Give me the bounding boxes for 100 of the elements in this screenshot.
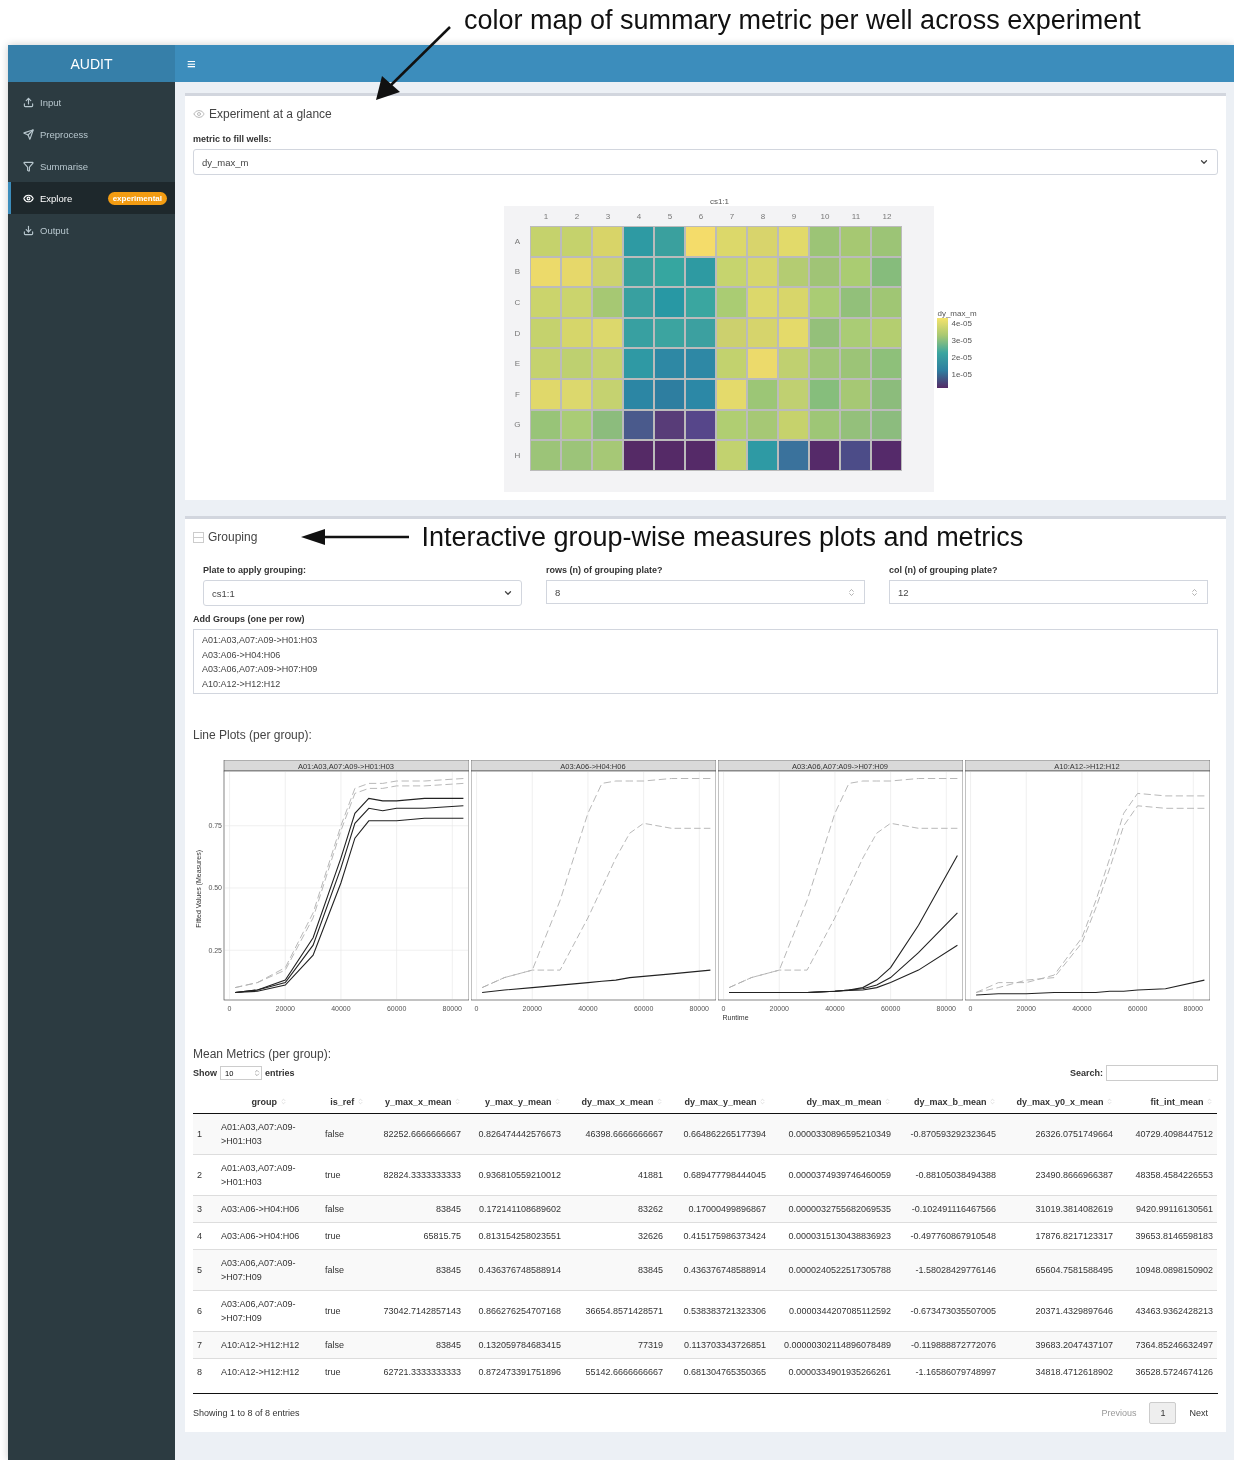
table-cell: 43463.9362428213: [1117, 1290, 1217, 1332]
row-label: C: [513, 297, 522, 309]
column-label: 8: [759, 210, 767, 223]
table-cell: 0.0000032755682069535: [770, 1195, 895, 1223]
table-cell: 31019.3814082619: [1000, 1195, 1117, 1223]
table-cell: 0.689477798444045: [667, 1154, 770, 1196]
field-label: Plate to apply grouping:: [203, 565, 307, 575]
table-cell: 0.813154258023551: [465, 1222, 565, 1250]
table-cell: 82252.6666666667: [373, 1113, 465, 1155]
table-cell: true: [321, 1290, 373, 1332]
table-cell: 7: [193, 1331, 217, 1359]
column-label: 5: [666, 210, 674, 223]
table-info: Showing 1 to 8 of 8 entries: [193, 1408, 300, 1418]
field-label: col (n) of grouping plate?: [889, 565, 999, 575]
table-cell: 0.436376748588914: [667, 1249, 770, 1291]
panel-title: Experiment at a glance: [209, 107, 332, 121]
show-label: Show: [193, 1068, 217, 1078]
table-cell: A01:A03,A07:A09->H01:H03: [217, 1113, 321, 1155]
table-cell: false: [321, 1249, 373, 1291]
table-cell: 0.132059784683415: [465, 1331, 565, 1359]
table-cell: 36654.8571428571: [565, 1290, 667, 1332]
table-cell: 0.172141108689602: [465, 1195, 565, 1223]
table-cell: 17876.8217123317: [1000, 1222, 1117, 1250]
table-cell: 8: [193, 1358, 217, 1385]
table-cell: 77319: [565, 1331, 667, 1359]
column-label: 6: [697, 210, 705, 223]
annotation-caption: color map of summary metric per well across experiment: [464, 4, 1141, 37]
section-title: Mean Metrics (per group):: [193, 1047, 333, 1061]
plot-title: cs1:1: [709, 197, 729, 206]
table-cell: 26326.0751749664: [1000, 1113, 1117, 1155]
table-cell: 48358.4584226553: [1117, 1154, 1217, 1196]
table-cell: 32626: [565, 1222, 667, 1250]
column-label: 1: [542, 210, 550, 223]
table-cell: A10:A12->H12:H12: [217, 1331, 321, 1359]
table-cell: 0.0000344207085112592: [770, 1290, 895, 1332]
table-cell: 0.866276254707168: [465, 1290, 565, 1332]
legend-title: dy_max_m: [937, 309, 977, 318]
table-cell: 83845: [373, 1249, 465, 1291]
table-cell: -0.497760867910548: [895, 1222, 1000, 1250]
column-label: 4: [635, 210, 643, 223]
row-label: A: [513, 235, 522, 248]
table-cell: true: [321, 1222, 373, 1250]
column-label: 12: [881, 210, 893, 223]
table-cell: 46398.6666666667: [565, 1113, 667, 1155]
table-cell: A03:A06->H04:H06: [217, 1222, 321, 1250]
table-cell: true: [321, 1154, 373, 1196]
app-brand: AUDIT: [8, 45, 175, 82]
table-cell: 0.0000330896595210349: [770, 1113, 895, 1155]
table-cell: 9420.99116130561: [1117, 1195, 1217, 1223]
annotation-caption: Interactive group-wise measures plots and metrics: [421, 521, 1024, 553]
table-cell: 0.872473391751896: [465, 1358, 565, 1385]
table-cell: A10:A12->H12:H12: [217, 1358, 321, 1385]
row-label: B: [513, 266, 522, 279]
column-label: 2: [573, 210, 581, 223]
table-cell: 36528.5724674126: [1117, 1358, 1217, 1385]
table-cell: -1.58028429776146: [895, 1249, 1000, 1291]
table-cell: true: [321, 1358, 373, 1385]
table-cell: -0.673473035507005: [895, 1290, 1000, 1332]
row-label: G: [513, 419, 522, 432]
table-cell: -0.88105038494388: [895, 1154, 1000, 1196]
table-cell: 23490.8666966387: [1000, 1154, 1117, 1196]
table-cell: 83845: [565, 1249, 667, 1291]
table-cell: 0.436376748588914: [465, 1249, 565, 1291]
table-cell: 0.0000315130438836923: [770, 1222, 895, 1250]
table-cell: false: [321, 1113, 373, 1155]
column-label: 3: [604, 210, 612, 223]
panel-title: Grouping: [208, 530, 258, 544]
field-label: metric to fill wells:: [193, 134, 273, 144]
column-label: 11: [850, 210, 862, 223]
table-cell: 82824.3333333333: [373, 1154, 465, 1196]
table-cell: 3: [193, 1195, 217, 1223]
table-cell: 0.664862265177394: [667, 1113, 770, 1155]
column-label: 9: [790, 210, 798, 223]
table-cell: false: [321, 1195, 373, 1223]
row-label: E: [513, 358, 522, 371]
table-cell: 83262: [565, 1195, 667, 1223]
search-label: Search:: [1069, 1068, 1103, 1078]
table-cell: 62721.3333333333: [373, 1358, 465, 1385]
table-cell: 40729.4098447512: [1117, 1113, 1217, 1155]
table-cell: 20371.4329897646: [1000, 1290, 1117, 1332]
table-cell: 0.113703343726851: [667, 1331, 770, 1359]
table-cell: 0.538383721323306: [667, 1290, 770, 1332]
table-cell: 0.00000302114896078489: [770, 1331, 895, 1359]
section-title: Line Plots (per group):: [193, 728, 313, 742]
table-cell: 0.0000334901935266261: [770, 1358, 895, 1385]
table-cell: 0.826474442576673: [465, 1113, 565, 1155]
table-cell: 65604.7581588495: [1000, 1249, 1117, 1291]
table-cell: A01:A03,A07:A09->H01:H03: [217, 1154, 321, 1196]
table-cell: 6: [193, 1290, 217, 1332]
table-cell: 34818.4712618902: [1000, 1358, 1117, 1385]
table-cell: 0.17000499896867: [667, 1195, 770, 1223]
table-cell: 0.0000374939746460059: [770, 1154, 895, 1196]
badge: experimental: [107, 191, 167, 205]
table-cell: 4: [193, 1222, 217, 1250]
entries-label: entries: [265, 1068, 295, 1078]
table-cell: false: [321, 1331, 373, 1359]
table-cell: 0.415175986373424: [667, 1222, 770, 1250]
row-label: F: [514, 388, 521, 401]
legend-label: 2e-05: [951, 352, 972, 364]
table-cell: 65815.75: [373, 1222, 465, 1250]
